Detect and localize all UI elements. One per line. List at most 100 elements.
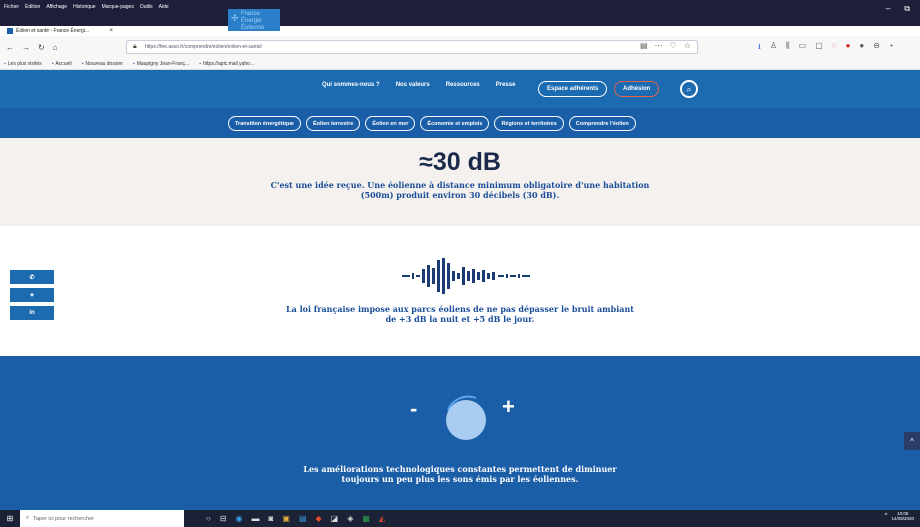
account-icon[interactable]: ♙ — [770, 41, 777, 55]
excel-icon[interactable]: ▦ — [362, 514, 370, 523]
topic-eolien-terrestre[interactable]: Éolien terrestre — [305, 116, 361, 131]
menu-affichage[interactable]: Affichage — [46, 4, 67, 10]
clock[interactable]: 10:05 14/08/2020 — [891, 511, 914, 521]
restore-button[interactable]: ⧉ — [904, 4, 910, 14]
regulation-text: La loi française impose aux parcs éolien… — [286, 304, 634, 324]
menu-historique[interactable]: Historique — [73, 4, 96, 10]
bookmark-item[interactable]: Nouveau dossier — [82, 61, 123, 67]
adhesion-button[interactable]: Adhésion — [614, 81, 660, 97]
vpn-icon[interactable]: ⊖ — [873, 41, 880, 55]
back-icon[interactable]: ← — [6, 43, 14, 52]
screenshot-icon[interactable]: ▢ — [815, 41, 823, 55]
nav-nos-valeurs[interactable]: Nos valeurs — [396, 82, 430, 88]
stat-description: C'est une idée reçue. Une éolienne à dis… — [270, 180, 650, 200]
decibel-stat-section: ≈30 dB C'est une idée reçue. Une éolienn… — [0, 138, 920, 226]
tab-close-button[interactable]: × — [109, 28, 113, 34]
bookmark-item[interactable]: https://apic.mail.yaho... — [199, 61, 254, 67]
sidebar-icon[interactable]: ▭ — [799, 41, 807, 55]
library-icon[interactable]: ⫼ — [786, 41, 790, 55]
edge-icon[interactable]: ◉ — [236, 514, 243, 523]
share-linkedin-button[interactable]: in — [10, 306, 54, 320]
task-view-icon[interactable]: ⊟ — [220, 514, 227, 523]
logo-line: France — [241, 11, 260, 17]
app-icon[interactable]: ◈ — [347, 514, 353, 523]
nav-presse[interactable]: Presse — [496, 82, 516, 88]
scroll-to-top-button[interactable]: ^ — [904, 432, 920, 450]
search-icon: ⌕ — [26, 515, 30, 521]
topic-economie-emplois[interactable]: Économie et emplois — [420, 116, 490, 131]
acrobat-icon[interactable]: ◭ — [379, 514, 385, 523]
topic-transition-energetique[interactable]: Transition énergétique — [228, 116, 301, 131]
menu-outils[interactable]: Outils — [140, 4, 153, 10]
share-twitter-button[interactable]: ✦ — [10, 288, 54, 302]
wind-turbine-icon: ✢ — [231, 13, 239, 23]
url-bar[interactable]: 🔒︎ https://fee.asso.fr/comprendre/eolien… — [126, 40, 698, 54]
main-nav: Qui sommes-nous ? Nos valeurs Ressources… — [322, 82, 515, 88]
app-icon[interactable]: ◪ — [331, 514, 339, 523]
record-icon[interactable]: ● — [859, 41, 864, 55]
windows-taskbar: ⊞ ⌕ Taper ici pour rechercher ○ ⊟ ◉ ▬ ◙ … — [0, 510, 920, 527]
home-icon[interactable]: ⌂ — [53, 43, 58, 52]
tray-chevron-icon[interactable]: ^ — [885, 513, 888, 519]
menu-marque-pages[interactable]: Marque-pages — [102, 4, 134, 10]
espace-adherents-button[interactable]: Espace adhérents — [538, 81, 608, 97]
extension-icon[interactable]: ◌ — [832, 41, 837, 55]
menu-fichier[interactable]: Fichier — [4, 4, 19, 10]
url-actions: ▤ ⋯ ♡ ☆ — [640, 41, 691, 50]
minimize-button[interactable]: – — [886, 4, 890, 14]
logo-line: Énergie — [241, 18, 262, 24]
bookmark-item[interactable]: Les plus visités — [4, 61, 42, 67]
new-tab-button[interactable]: + — [119, 26, 124, 36]
adblock-icon[interactable]: ● — [846, 41, 851, 55]
browser-tab[interactable]: Éolien et santé - France Énergi... × — [4, 26, 116, 36]
nav-ressources[interactable]: Ressources — [446, 82, 480, 88]
site-logo[interactable]: ✢ France Énergie Éolienne — [228, 9, 280, 31]
plus-icon: + — [502, 394, 515, 419]
topic-regions-territoires[interactable]: Régions et territoires — [494, 116, 564, 131]
start-button[interactable]: ⊞ — [0, 514, 20, 523]
site-header — [0, 70, 920, 108]
bookmark-item[interactable]: Accueil — [52, 61, 71, 67]
topic-comprendre-eolien[interactable]: Comprendre l'éolien — [568, 116, 636, 131]
decibel-stat: ≈30 dB — [419, 148, 501, 176]
menu-edition[interactable]: Édition — [25, 4, 40, 10]
bookmark-item[interactable]: Maupigny Jean-Franç... — [133, 61, 190, 67]
word-icon[interactable]: ▤ — [299, 514, 307, 523]
topic-nav: Transition énergétique Éolien terrestre … — [0, 108, 920, 138]
download-icon[interactable]: ⭳ — [758, 41, 761, 55]
technology-text: Les améliorations technologiques constan… — [303, 464, 617, 484]
whatsapp-icon: ✆ — [29, 274, 35, 281]
sound-wave-icon — [402, 258, 530, 294]
bookmark-star-icon[interactable]: ☆ — [684, 41, 691, 50]
window-controls: – ⧉ — [886, 0, 920, 14]
browser-menubar: Fichier Édition Affichage Historique Mar… — [0, 0, 920, 26]
taskbar-search[interactable]: ⌕ Taper ici pour rechercher — [20, 510, 184, 527]
lock-icon: 🔒︎ — [133, 43, 137, 50]
twitter-icon: ✦ — [29, 292, 35, 299]
taskbar-search-placeholder: Taper ici pour rechercher — [33, 515, 94, 522]
extension-icons: ⭳ ♙ ⫼ ▭ ▢ ◌ ● ● ⊖ ⋆ — [758, 41, 894, 55]
reload-icon[interactable]: ↻ — [38, 43, 45, 52]
mail-icon[interactable]: ▣ — [282, 514, 290, 523]
regulation-section: La loi française impose aux parcs éolien… — [0, 226, 920, 356]
topic-eolien-en-mer[interactable]: Éolien en mer — [365, 116, 416, 131]
pocket-icon[interactable]: ♡ — [670, 41, 677, 50]
forward-icon[interactable]: → — [22, 43, 30, 52]
store-icon[interactable]: ◙ — [269, 514, 274, 523]
linkedin-icon: in — [29, 310, 35, 316]
search-icon[interactable]: ⌕ — [680, 80, 698, 98]
technology-section: - + Les améliorations technologiques con… — [0, 356, 920, 510]
nav-qui-sommes-nous[interactable]: Qui sommes-nous ? — [322, 82, 380, 88]
menu-aide[interactable]: Aide — [159, 4, 169, 10]
volume-knob-illustration: - + — [408, 378, 528, 448]
page-actions-icon[interactable]: ⋯ — [655, 41, 663, 50]
overflow-icon[interactable]: ⋆ — [889, 41, 894, 55]
file-explorer-icon[interactable]: ▬ — [252, 514, 260, 523]
share-whatsapp-button[interactable]: ✆ — [10, 270, 54, 284]
reader-view-icon[interactable]: ▤ — [640, 41, 648, 50]
bookmarks-bar: Les plus visités Accueil Nouveau dossier… — [0, 58, 920, 70]
firefox-icon[interactable]: ◆ — [316, 514, 322, 523]
volume-knob-icon — [446, 395, 486, 440]
favicon-icon — [7, 28, 13, 34]
cortana-icon[interactable]: ○ — [206, 514, 211, 523]
